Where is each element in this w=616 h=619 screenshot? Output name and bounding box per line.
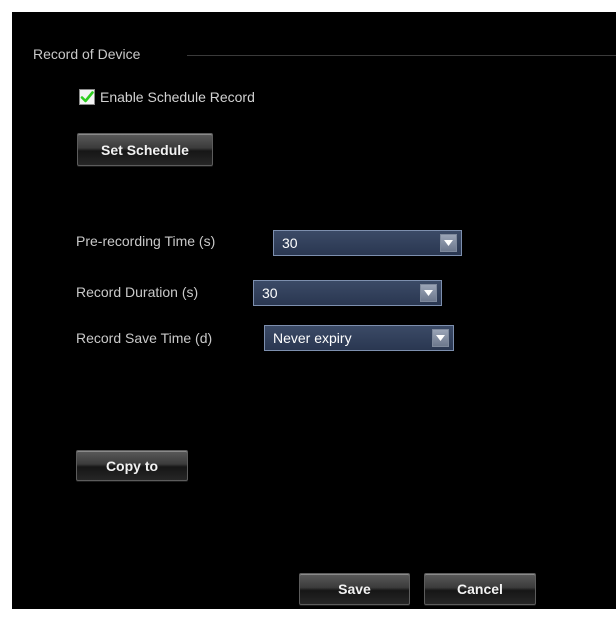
record-settings-panel: Record of Device Enable Schedule Record … [12,12,616,609]
pre-recording-time-value: 30 [282,235,298,251]
enable-schedule-record-label: Enable Schedule Record [100,89,255,105]
pre-recording-time-select[interactable]: 30 [273,230,462,256]
cancel-button[interactable]: Cancel [424,573,536,605]
group-title: Record of Device [33,46,141,62]
chevron-down-icon[interactable] [420,284,437,302]
copy-to-button[interactable]: Copy to [76,450,188,481]
record-save-time-select[interactable]: Never expiry [264,325,454,351]
record-duration-label: Record Duration (s) [76,284,199,300]
enable-schedule-record-checkbox[interactable] [79,89,95,105]
record-duration-value: 30 [262,285,278,301]
enable-schedule-record-option[interactable]: Enable Schedule Record [79,89,255,105]
record-save-time-label: Record Save Time (d) [76,330,213,346]
save-button[interactable]: Save [299,573,410,605]
record-save-time-value: Never expiry [273,330,352,346]
chevron-down-icon[interactable] [440,234,457,252]
checkmark-icon [80,91,94,103]
pre-recording-time-label: Pre-recording Time (s) [76,233,216,249]
group-divider [187,55,616,56]
set-schedule-button[interactable]: Set Schedule [77,133,213,166]
record-duration-select[interactable]: 30 [253,280,442,306]
chevron-down-icon[interactable] [432,329,449,347]
